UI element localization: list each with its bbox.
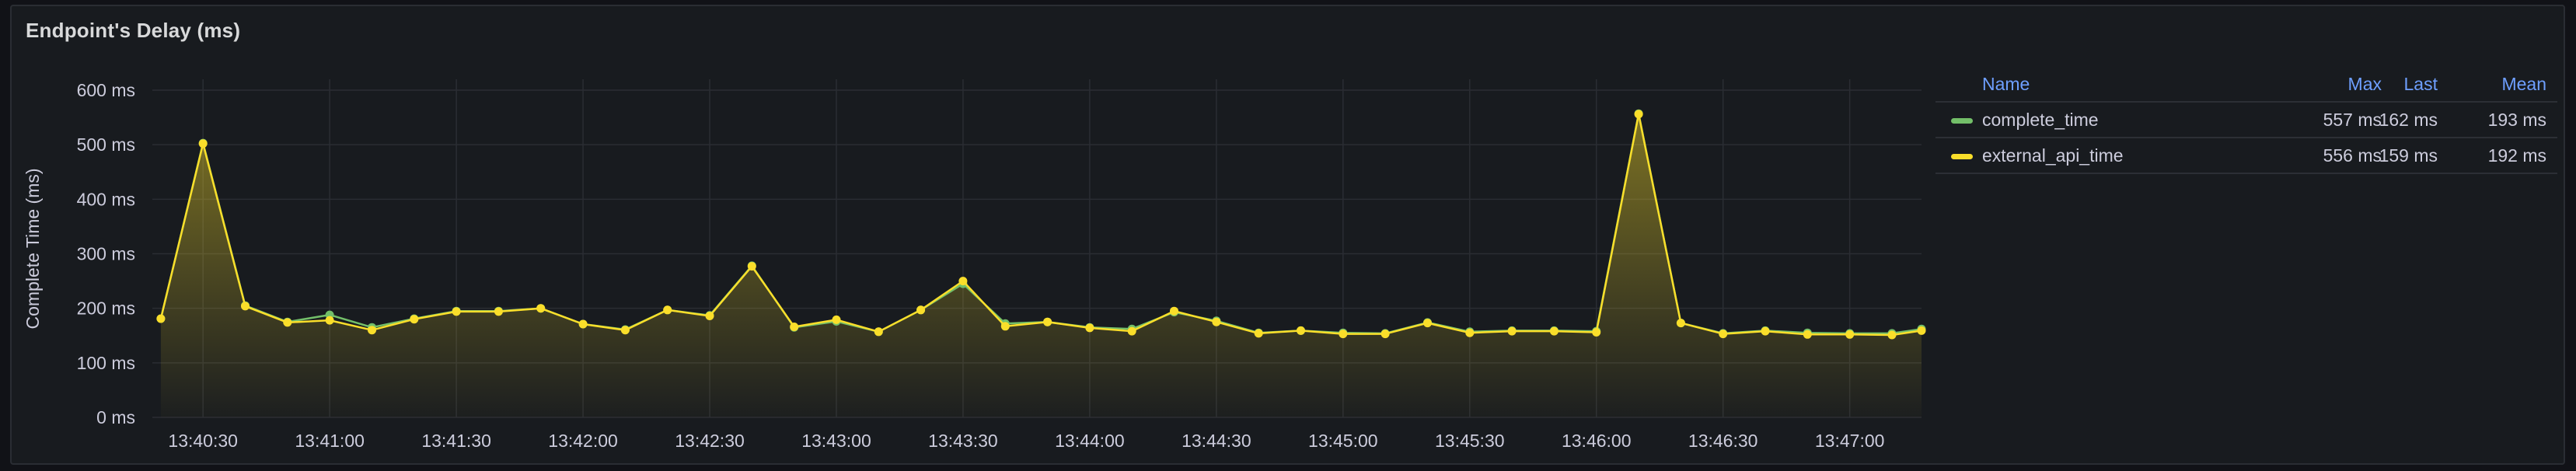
data-point[interactable] [325,316,334,325]
x-tick-label: 13:44:30 [1182,431,1251,451]
data-point[interactable] [620,326,630,335]
y-tick-label: 400 ms [77,189,135,209]
legend-mean-value: 193 ms [2487,110,2546,130]
legend-series-name[interactable]: complete_time [1982,110,2099,131]
legend-series-name[interactable]: external_api_time [1982,145,2124,166]
data-point[interactable] [832,315,841,324]
data-point[interactable] [790,323,799,331]
y-tick-label: 100 ms [77,353,135,373]
data-point[interactable] [1592,328,1601,337]
legend-swatch [1951,154,1973,159]
legend-swatch [1951,118,1973,124]
data-point[interactable] [578,319,588,329]
data-point[interactable] [410,315,419,324]
data-point[interactable] [1803,330,1812,339]
legend-header-last[interactable]: Last [2404,74,2438,95]
data-point[interactable] [1380,330,1390,339]
x-tick-label: 13:46:30 [1688,431,1758,451]
y-tick-label: 300 ms [77,244,135,264]
data-point[interactable] [1549,326,1559,336]
data-point[interactable] [1761,326,1770,336]
x-tick-label: 13:41:30 [421,431,491,451]
data-point[interactable] [874,327,883,337]
legend-last-value: 162 ms [2379,110,2438,130]
legend-row-external-api-time[interactable]: external_api_time 556 ms 159 ms 192 ms [1935,138,2557,174]
x-tick-label: 13:42:30 [675,431,745,451]
data-point[interactable] [1719,330,1728,339]
y-tick-label: 200 ms [77,298,135,319]
legend-header: Name Max Last Mean [1935,67,2557,103]
data-point[interactable] [663,305,672,315]
y-axis-label: Complete Time (ms) [23,168,43,329]
series-layer [156,109,1926,417]
data-point[interactable] [1917,326,1926,335]
data-point[interactable] [283,318,292,327]
data-point[interactable] [452,307,461,316]
x-tick-label: 13:42:00 [548,431,618,451]
y-tick-label: 0 ms [96,407,135,427]
data-point[interactable] [1212,317,1221,326]
legend-row-complete-time[interactable]: complete_time 557 ms 162 ms 193 ms [1935,103,2557,138]
x-tick-label: 13:47:00 [1815,431,1885,451]
data-point[interactable] [368,326,376,335]
legend-table: Name Max Last Mean complete_time 557 ms … [1935,67,2557,174]
series-area-fill [160,113,1922,417]
x-tick-label: 13:45:00 [1308,431,1378,451]
data-point[interactable] [1254,329,1263,338]
x-axis-ticks: 13:40:30 13:41:00 13:41:30 13:42:00 13:42:30… [168,431,1884,451]
y-tick-label: 600 ms [77,80,135,100]
data-point[interactable] [1339,330,1348,339]
data-point[interactable] [1000,322,1010,331]
data-point[interactable] [1676,319,1685,328]
data-point[interactable] [1170,306,1178,316]
x-tick-label: 13:43:00 [801,431,871,451]
data-point[interactable] [1887,330,1897,340]
x-tick-label: 13:40:30 [168,431,238,451]
legend-mean-value: 192 ms [2487,145,2546,166]
data-point[interactable] [1465,328,1475,337]
x-tick-label: 13:41:00 [295,431,365,451]
data-point[interactable] [1845,330,1855,339]
x-tick-label: 13:43:30 [928,431,998,451]
data-point[interactable] [1423,319,1432,328]
data-point[interactable] [1507,326,1517,336]
data-point[interactable] [916,305,926,315]
data-point[interactable] [1634,110,1643,119]
x-tick-label: 13:46:00 [1562,431,1632,451]
legend-header-max[interactable]: Max [2348,74,2382,95]
data-point[interactable] [1085,323,1094,333]
x-tick-label: 13:45:30 [1435,431,1505,451]
legend-max-value: 557 ms [2323,110,2382,130]
data-point[interactable] [705,312,714,320]
data-point[interactable] [1127,326,1136,336]
legend-last-value: 159 ms [2379,145,2438,166]
data-point[interactable] [241,302,250,311]
x-tick-label: 13:44:00 [1055,431,1125,451]
data-point[interactable] [156,314,166,323]
y-axis-ticks: 0 ms 100 ms 200 ms 300 ms 400 ms 500 ms 600 ms [77,80,135,427]
data-point[interactable] [494,307,503,316]
data-point[interactable] [536,304,546,313]
data-point[interactable] [198,139,208,148]
legend-max-value: 556 ms [2323,145,2382,166]
y-tick-label: 500 ms [77,134,135,155]
data-point[interactable] [747,262,756,271]
data-point[interactable] [958,277,968,286]
legend-header-mean[interactable]: Mean [2501,74,2546,95]
data-point[interactable] [1297,326,1305,335]
legend-header-name[interactable]: Name [1982,74,2030,95]
data-point[interactable] [1043,317,1052,326]
